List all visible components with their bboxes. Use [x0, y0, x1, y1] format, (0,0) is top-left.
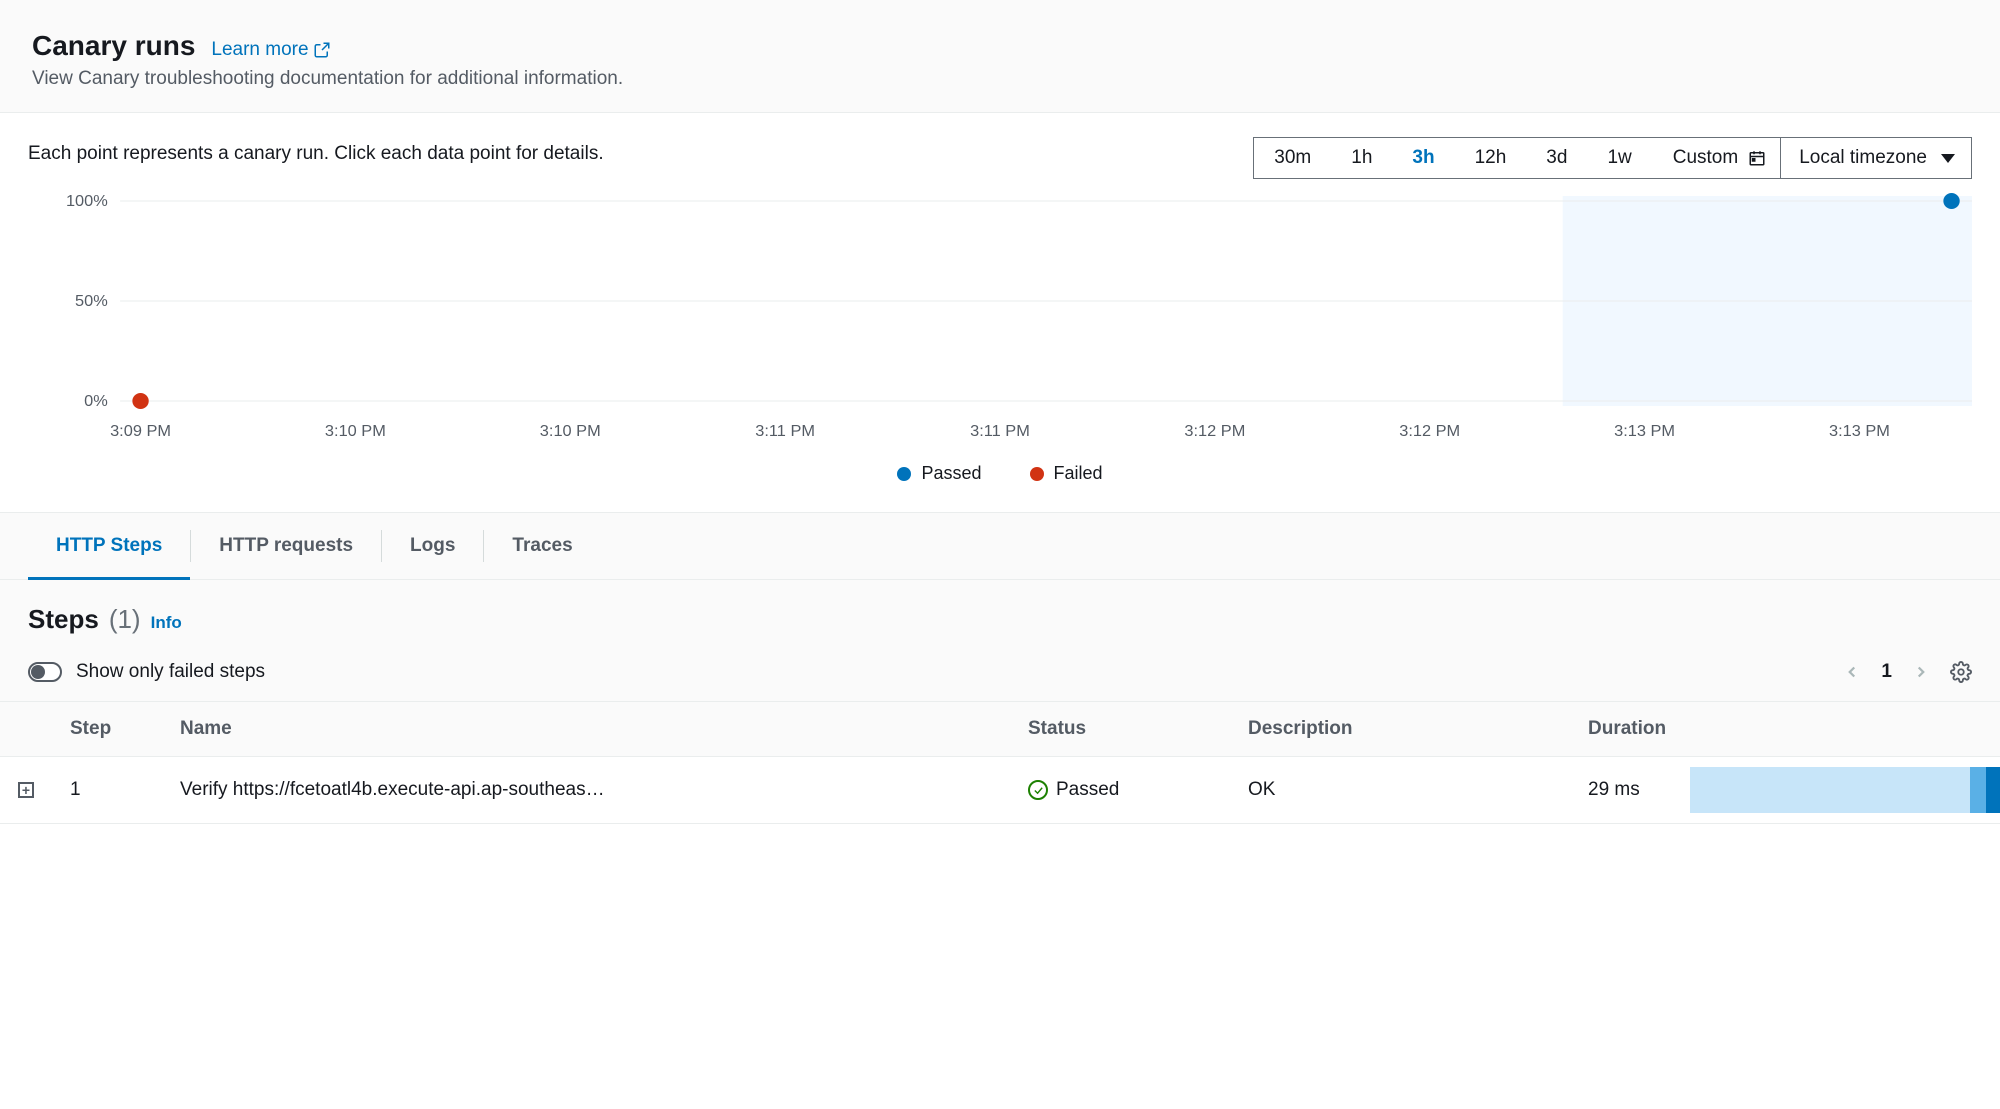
page-subtitle: View Canary troubleshooting documentatio…	[32, 68, 1968, 90]
time-range-1h[interactable]: 1h	[1331, 138, 1392, 178]
col-step[interactable]: Step	[52, 702, 162, 757]
time-range-selector: 30m 1h 3h 12h 3d 1w Custom	[1253, 137, 1781, 179]
cell-name: Verify https://fcetoatl4b.execute-api.ap…	[162, 757, 1010, 824]
legend-passed[interactable]: Passed	[897, 463, 981, 484]
svg-text:3:13 PM: 3:13 PM	[1614, 422, 1675, 440]
cell-duration: 29 ms	[1570, 757, 1690, 824]
steps-header: Steps (1) Info	[0, 580, 2000, 639]
time-range-12h[interactable]: 12h	[1455, 138, 1527, 178]
page-title: Canary runs	[32, 30, 195, 62]
tabs-bar: HTTP Steps HTTP requests Logs Traces	[0, 513, 2000, 580]
chart-plot[interactable]: 100% 50% 0% 3:09 PM 3:10 PM 3:10 PM 3:11…	[28, 191, 1972, 451]
page-number: 1	[1881, 661, 1892, 683]
chart-description: Each point represents a canary run. Clic…	[28, 137, 604, 165]
failed-steps-toggle-label: Show only failed steps	[76, 661, 265, 683]
legend-failed[interactable]: Failed	[1030, 463, 1103, 484]
chart-legend: Passed Failed	[28, 451, 1972, 512]
tab-http-requests[interactable]: HTTP requests	[191, 513, 381, 579]
cell-status: Passed	[1056, 779, 1119, 801]
legend-passed-label: Passed	[921, 463, 981, 484]
col-description[interactable]: Description	[1230, 702, 1570, 757]
page-header: Canary runs Learn more View Canary troub…	[0, 0, 2000, 113]
legend-failed-dot-icon	[1030, 467, 1044, 481]
svg-text:3:10 PM: 3:10 PM	[540, 422, 601, 440]
col-name[interactable]: Name	[162, 702, 1010, 757]
cell-description: OK	[1230, 757, 1570, 824]
pagination: 1	[1843, 661, 1972, 683]
svg-text:3:10 PM: 3:10 PM	[325, 422, 386, 440]
svg-text:50%: 50%	[75, 292, 108, 310]
steps-title: Steps	[28, 604, 99, 635]
steps-table: Step Name Status Description Duration + …	[0, 701, 2000, 824]
check-circle-icon	[1028, 780, 1048, 800]
time-range-3d[interactable]: 3d	[1526, 138, 1587, 178]
chart-section: Each point represents a canary run. Clic…	[0, 113, 2000, 512]
learn-more-link[interactable]: Learn more	[211, 39, 330, 61]
external-link-icon	[313, 41, 331, 59]
steps-info-link[interactable]: Info	[151, 613, 182, 633]
next-page-button[interactable]	[1912, 663, 1930, 681]
col-duration-bar	[1690, 702, 2000, 757]
svg-text:3:12 PM: 3:12 PM	[1184, 422, 1245, 440]
time-range-30m[interactable]: 30m	[1254, 138, 1331, 178]
tab-http-steps[interactable]: HTTP Steps	[28, 513, 190, 579]
chart-point-failed[interactable]	[132, 393, 148, 409]
failed-steps-toggle[interactable]	[28, 662, 62, 682]
svg-text:3:11 PM: 3:11 PM	[970, 422, 1030, 440]
chart-point-passed[interactable]	[1943, 193, 1959, 209]
svg-text:3:12 PM: 3:12 PM	[1399, 422, 1460, 440]
cell-step: 1	[52, 757, 162, 824]
time-controls: 30m 1h 3h 12h 3d 1w Custom Local timezon…	[1253, 137, 1972, 179]
col-expand	[0, 702, 52, 757]
col-duration[interactable]: Duration	[1570, 702, 1690, 757]
timezone-label: Local timezone	[1799, 147, 1927, 169]
custom-label: Custom	[1673, 147, 1738, 169]
learn-more-label: Learn more	[211, 39, 308, 61]
legend-failed-label: Failed	[1054, 463, 1103, 484]
prev-page-button[interactable]	[1843, 663, 1861, 681]
duration-bar	[1690, 767, 2000, 813]
table-row[interactable]: + 1 Verify https://fcetoatl4b.execute-ap…	[0, 757, 2000, 824]
expand-row-button[interactable]: +	[18, 782, 34, 798]
calendar-icon	[1748, 149, 1766, 167]
legend-passed-dot-icon	[897, 467, 911, 481]
svg-text:100%: 100%	[66, 192, 108, 210]
steps-count: (1)	[109, 604, 141, 635]
tab-traces[interactable]: Traces	[484, 513, 600, 579]
col-status[interactable]: Status	[1010, 702, 1230, 757]
details-section: HTTP Steps HTTP requests Logs Traces Ste…	[0, 512, 2000, 824]
svg-text:0%: 0%	[84, 392, 108, 410]
timezone-select[interactable]: Local timezone	[1781, 137, 1972, 179]
svg-text:3:13 PM: 3:13 PM	[1829, 422, 1890, 440]
svg-text:3:11 PM: 3:11 PM	[755, 422, 815, 440]
settings-button[interactable]	[1950, 661, 1972, 683]
time-range-1w[interactable]: 1w	[1587, 138, 1651, 178]
svg-text:3:09 PM: 3:09 PM	[110, 422, 171, 440]
caret-down-icon	[1941, 154, 1955, 163]
time-range-custom[interactable]: Custom	[1652, 138, 1780, 178]
tab-logs[interactable]: Logs	[382, 513, 483, 579]
time-range-3h[interactable]: 3h	[1392, 138, 1454, 178]
